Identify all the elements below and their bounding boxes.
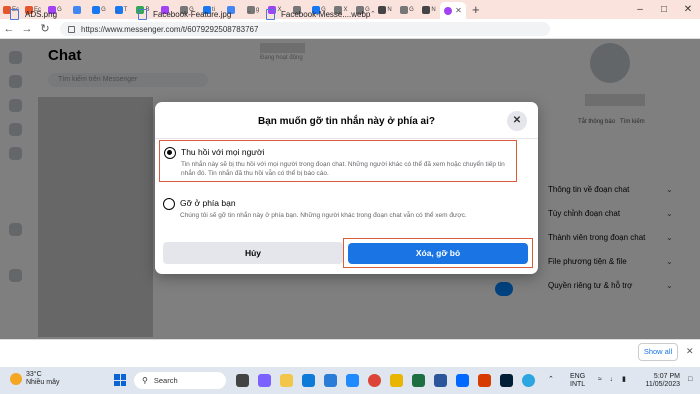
- weather-widget[interactable]: 33°C Nhiều mây: [10, 371, 59, 387]
- file-explorer-icon[interactable]: [280, 374, 293, 387]
- window-controls: – □ ✕: [628, 0, 700, 19]
- messenger-favicon-icon: [444, 6, 453, 15]
- option1-title: Thu hồi với mọi người: [181, 147, 265, 157]
- search-icon: ⚲: [142, 376, 148, 385]
- edge-icon[interactable]: [302, 374, 315, 387]
- option2-title: Gỡ ở phía bạn: [180, 198, 236, 208]
- maximize-icon[interactable]: □: [652, 0, 676, 19]
- download-item[interactable]: ADS.png ⌃: [10, 6, 120, 22]
- time: 5:07 PM: [653, 373, 680, 380]
- language-code: ENG: [570, 373, 586, 380]
- close-icon[interactable]: ✕: [507, 111, 527, 131]
- file-icon: [10, 8, 19, 20]
- zalo-icon[interactable]: [346, 374, 359, 387]
- store-icon[interactable]: [324, 374, 337, 387]
- chrome-icon[interactable]: [368, 374, 381, 387]
- radio-unselected-icon[interactable]: [163, 198, 175, 210]
- remove-button[interactable]: Xóa, gỡ bỏ: [348, 243, 528, 264]
- show-all-button[interactable]: Show all: [638, 343, 678, 361]
- forward-icon[interactable]: →: [18, 23, 36, 35]
- download-filename: ADS.png: [25, 9, 58, 19]
- tab-favicon-icon: [400, 5, 409, 14]
- radio-selected-icon[interactable]: [164, 147, 176, 159]
- dialog-title: Bạn muốn gỡ tin nhắn này ở phía ai?: [257, 116, 435, 127]
- tab-favicon-icon: [92, 5, 101, 14]
- clock[interactable]: 5:07 PM 11/05/2023: [636, 373, 680, 389]
- wifi-icon[interactable]: ≈: [598, 376, 602, 384]
- option2-description: Chúng tôi sẽ gỡ tin nhắn này ở phía bạn.…: [180, 212, 467, 219]
- reload-icon[interactable]: ↻: [36, 22, 54, 35]
- notifications-icon[interactable]: □: [688, 376, 692, 384]
- tab-label: G: [101, 6, 106, 13]
- teams-icon[interactable]: [258, 374, 271, 387]
- minimize-icon[interactable]: –: [628, 0, 652, 19]
- browser-tab[interactable]: G: [396, 2, 418, 17]
- taskbar-search[interactable]: ⚲ Search: [134, 372, 226, 389]
- option-unsend-for-everyone[interactable]: Thu hồi với mọi người Tin nhắn này sẽ bị…: [159, 140, 517, 182]
- close-icon[interactable]: ✕: [686, 346, 694, 357]
- tray-chevron-up-icon[interactable]: ⌃: [548, 376, 554, 384]
- photoshop-icon[interactable]: [500, 374, 513, 387]
- cancel-button[interactable]: Hủy: [163, 242, 343, 264]
- chevron-up-icon[interactable]: ⌃: [114, 10, 120, 18]
- language-indicator[interactable]: ENG INTL: [570, 373, 585, 389]
- app-icon[interactable]: [390, 374, 403, 387]
- new-tab-icon[interactable]: +: [472, 2, 480, 17]
- excel-icon[interactable]: [412, 374, 425, 387]
- download-item[interactable]: Facebook-Feature.jpg ⌃: [138, 6, 252, 22]
- zalo-pc-icon[interactable]: [456, 374, 469, 387]
- browser-tab[interactable]: N: [374, 2, 396, 17]
- option1-description: Tin nhắn này sẽ bị thu hồi với mọi người…: [181, 161, 505, 177]
- telegram-icon[interactable]: [522, 374, 535, 387]
- option-remove-for-you[interactable]: Gỡ ở phía bạn Chúng tôi sẽ gỡ tin nhắn n…: [159, 192, 517, 226]
- tab-label: N: [387, 6, 392, 13]
- lock-icon: [68, 25, 75, 33]
- tab-close-icon[interactable]: ✕: [455, 6, 462, 15]
- address-bar: ← → ↻ https://www.messenger.com/t/607929…: [0, 19, 700, 53]
- tab-label: N: [431, 6, 436, 13]
- taskbar-search-label: Search: [153, 376, 178, 385]
- start-icon[interactable]: [114, 374, 126, 386]
- chevron-up-icon[interactable]: ⌃: [246, 10, 252, 18]
- back-icon[interactable]: ←: [0, 23, 18, 35]
- url-field[interactable]: https://www.messenger.com/t/607929250878…: [60, 22, 550, 36]
- unsend-dialog: Bạn muốn gỡ tin nhắn này ở phía ai? ✕ Th…: [155, 102, 538, 274]
- file-icon: [266, 8, 275, 20]
- weather-condition: Nhiều mây: [26, 379, 60, 386]
- browser-tab-active[interactable]: ✕: [440, 2, 466, 19]
- tab-favicon-icon: [422, 5, 431, 14]
- volume-icon[interactable]: ♩: [610, 376, 617, 384]
- task-view-icon[interactable]: [236, 374, 249, 387]
- tab-label: G: [409, 6, 414, 13]
- powerpoint-icon[interactable]: [478, 374, 491, 387]
- word-icon[interactable]: [434, 374, 447, 387]
- battery-icon[interactable]: ▮: [622, 376, 626, 384]
- download-item[interactable]: Facebook-Messe....webp ⌃: [266, 6, 376, 22]
- download-filename: Facebook-Messe....webp: [281, 9, 371, 19]
- file-icon: [138, 8, 147, 20]
- downloads-bar: [0, 339, 700, 367]
- download-filename: Facebook-Feature.jpg: [153, 9, 232, 19]
- browser-tab[interactable]: G: [88, 2, 110, 17]
- tab-label: G: [57, 6, 62, 13]
- tab-favicon-icon: [378, 5, 387, 14]
- date: 11/05/2023: [645, 381, 680, 388]
- tab-label: g: [255, 6, 260, 13]
- weather-icon: [10, 373, 22, 385]
- divider: [155, 138, 538, 139]
- tab-favicon-icon: [72, 5, 81, 14]
- chevron-up-icon[interactable]: ⌃: [370, 10, 376, 18]
- url-text: https://www.messenger.com/t/607929250878…: [81, 24, 259, 34]
- tab-label: T: [123, 6, 128, 13]
- keyboard-layout: INTL: [570, 381, 586, 388]
- browser-tab[interactable]: [66, 2, 88, 17]
- temperature: 33°C: [26, 371, 42, 378]
- close-window-icon[interactable]: ✕: [676, 0, 700, 19]
- browser-tab[interactable]: N: [418, 2, 440, 17]
- windows-taskbar: 33°C Nhiều mây ⚲ Search ⌃ ENG INTL ≈ ♩ ▮…: [0, 367, 700, 394]
